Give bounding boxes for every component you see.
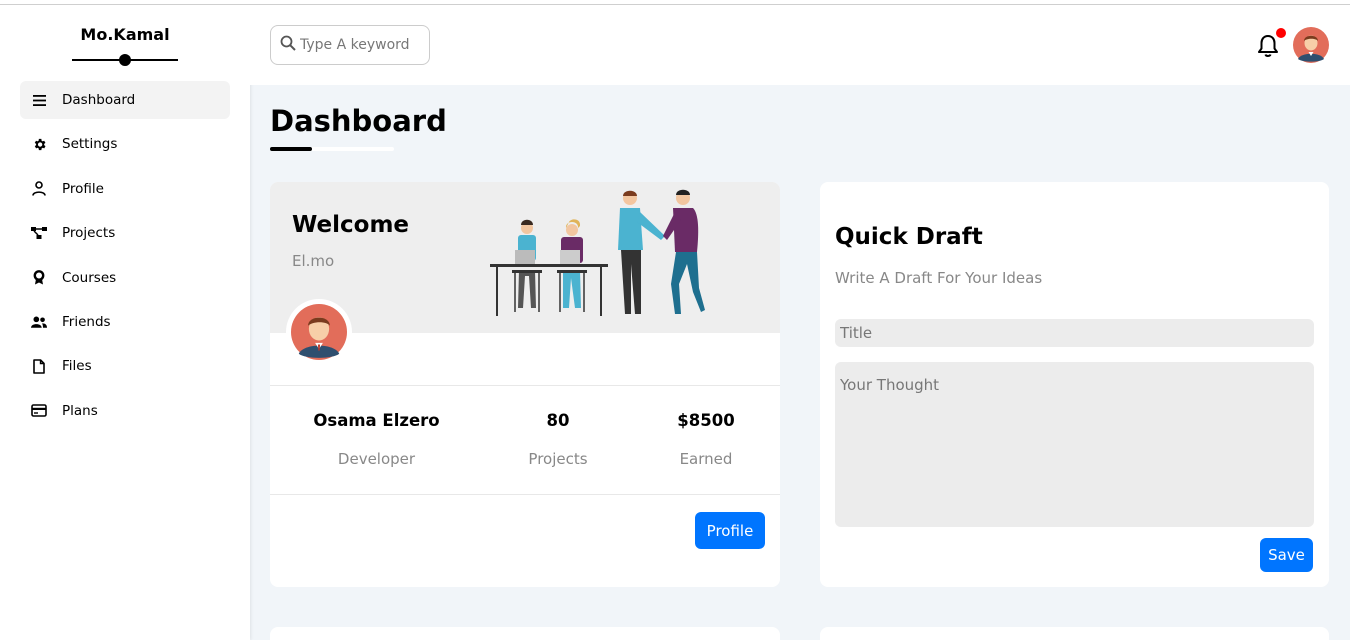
sidebar-item-label: Projects [62,225,116,242]
sidebar-item-plans[interactable]: Plans [20,392,230,430]
sidebar-item-files[interactable]: Files [20,347,230,385]
brand-name: Mo.Kamal [80,25,170,44]
sidebar-item-label: Settings [62,136,118,153]
welcome-title: Welcome [292,212,410,238]
sidebar-item-settings[interactable]: Settings [20,125,230,163]
top-header [250,5,1350,85]
quick-draft-card: Quick Draft Write A Draft For Your Ideas… [820,182,1329,587]
bottom-card [270,627,780,640]
bottom-card [820,627,1329,640]
avatar-image [291,304,347,360]
sidebar-item-projects[interactable]: Projects [20,214,230,252]
credit-card-icon [31,403,47,419]
stat-value: $8500 [677,411,735,430]
stat-projects: 80 Projects [498,411,618,468]
draft-body-textarea[interactable] [835,362,1314,527]
sidebar-item-profile[interactable]: Profile [20,170,230,208]
draft-subtitle: Write A Draft For Your Ideas [835,269,1043,287]
award-icon [31,270,47,286]
sidebar-item-friends[interactable]: Friends [20,303,230,341]
welcome-subtitle: El.mo [292,252,335,270]
stat-label: Projects [528,450,588,468]
sidebar-item-label: Plans [62,402,98,419]
card-divider [270,494,780,495]
stat-value: 80 [546,411,570,430]
search-icon [280,35,296,55]
draft-title: Quick Draft [835,224,983,250]
menu-icon [31,92,47,108]
brand-dot [119,54,131,66]
user-icon [31,181,47,197]
sidebar-nav: Dashboard Settings Profile Projects Cour… [20,81,230,436]
welcome-card: Welcome El.mo Osama Elzero Developer 80 … [270,182,780,587]
sidebar-item-label: Dashboard [62,92,136,108]
profile-button[interactable]: Profile [695,512,765,549]
user-avatar[interactable] [1293,27,1329,63]
page-title: Dashboard [270,104,447,138]
title-underline-accent [270,147,312,151]
welcome-avatar[interactable] [286,299,352,365]
sidebar-item-label: Files [62,358,92,375]
search-input[interactable] [300,37,424,53]
sidebar: Mo.Kamal Dashboard Settings Profile Proj [0,5,250,640]
friends-icon [31,314,47,330]
search-box[interactable] [270,25,430,65]
team-illustration [490,189,705,316]
sidebar-item-label: Profile [62,180,104,197]
stat-name: Osama Elzero Developer [290,411,463,468]
gear-icon [31,136,47,152]
draft-title-input[interactable] [835,319,1314,347]
top-border [0,0,1350,5]
notification-dot [1276,28,1286,38]
sidebar-item-dashboard[interactable]: Dashboard [20,81,230,119]
sidebar-item-courses[interactable]: Courses [20,259,230,297]
stat-earned: $8500 Earned [656,411,756,468]
sidebar-item-label: Friends [62,313,111,330]
file-icon [31,358,47,374]
stat-label: Developer [337,450,416,468]
card-divider [270,385,780,386]
sidebar-item-label: Courses [62,269,117,286]
stat-value: Osama Elzero [313,411,440,430]
stat-label: Earned [679,450,733,468]
projects-icon [31,225,47,241]
save-button[interactable]: Save [1260,538,1313,572]
